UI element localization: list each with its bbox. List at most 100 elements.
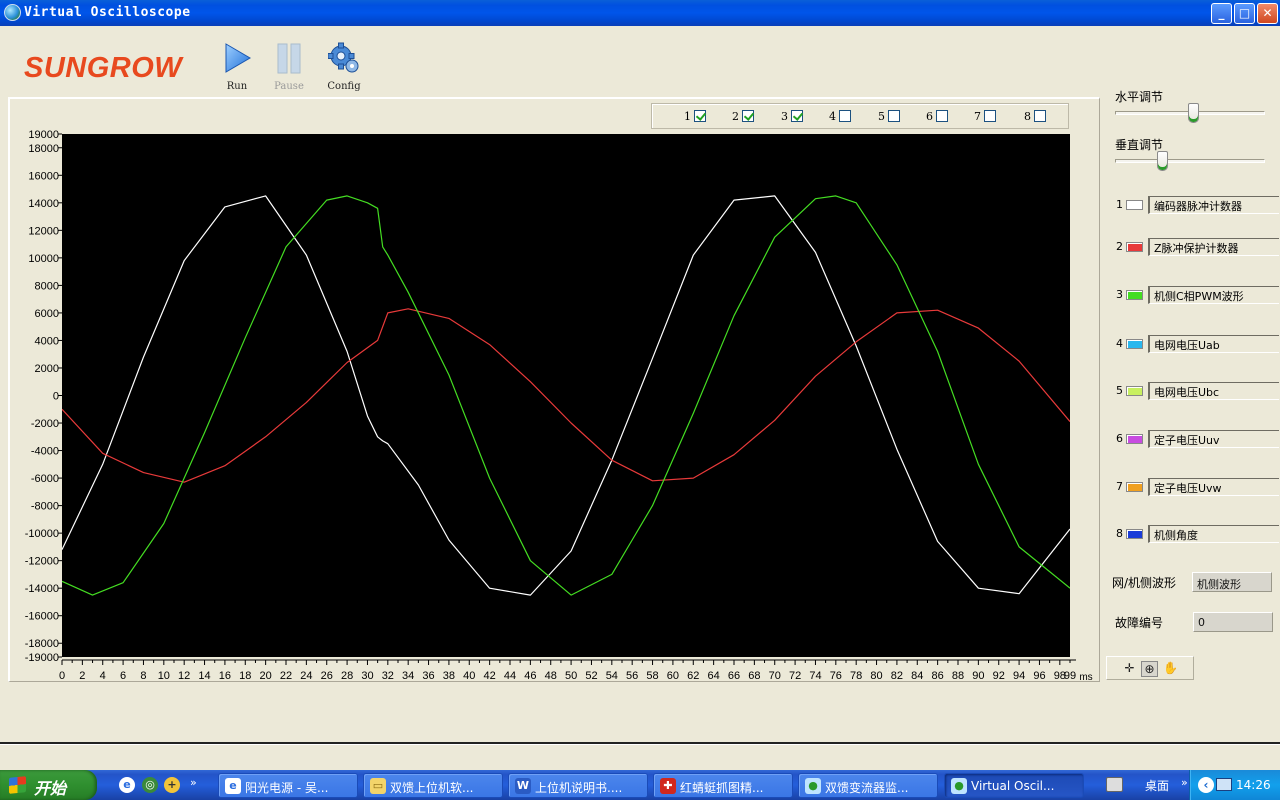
x-tick-label: 22 — [280, 670, 292, 682]
x-tick-label: 48 — [545, 670, 557, 682]
channel-row-7: 7 定子电压Uvw — [1116, 478, 1279, 496]
tray-arrow-icon[interactable]: ‹ — [1198, 777, 1214, 793]
x-tick-label: 16 — [219, 670, 231, 682]
vertical-slider[interactable] — [1115, 151, 1267, 171]
status-bar — [0, 744, 1280, 768]
y-tick-label: 6000 — [35, 308, 59, 320]
y-tick-label: -4000 — [31, 446, 59, 458]
x-tick-label: 88 — [952, 670, 964, 682]
quicklaunch-expand-icon[interactable]: » — [190, 776, 197, 789]
x-tick-label: 72 — [789, 670, 801, 682]
zoom-icon[interactable]: ⊕ — [1141, 661, 1158, 677]
cursor-icon[interactable]: ✛ — [1121, 661, 1138, 677]
taskbar-button[interactable]: W 上位机说明书.... — [508, 773, 648, 798]
x-tick-label: 90 — [972, 670, 984, 682]
channel-color-swatch[interactable] — [1126, 529, 1143, 539]
channel-name[interactable]: Z脉冲保护计数器 — [1148, 238, 1279, 256]
channel-color-swatch[interactable] — [1126, 290, 1143, 300]
channel-name[interactable]: 电网电压Uab — [1148, 335, 1279, 353]
channel-number: 1 — [1116, 198, 1123, 211]
taskbar-button-label: 双馈上位机软... — [390, 781, 474, 795]
pan-hand-icon[interactable]: ✋ — [1162, 661, 1179, 677]
x-tick-label: 80 — [870, 670, 882, 682]
channel-color-swatch[interactable] — [1126, 386, 1143, 396]
x-tick-label: 28 — [341, 670, 353, 682]
windows-flag-icon — [9, 776, 26, 794]
fault-number-label: 故障编号 — [1115, 616, 1164, 630]
channel-color-swatch[interactable] — [1126, 434, 1143, 444]
x-tick-label: 99 — [1064, 670, 1076, 682]
x-tick-label: 96 — [1033, 670, 1045, 682]
taskbar-button-label: Virtual Oscil... — [971, 779, 1055, 793]
y-tick-label: -19000 — [25, 652, 59, 664]
maximize-button[interactable]: □ — [1234, 3, 1255, 24]
channel-name[interactable]: 机侧角度 — [1148, 525, 1279, 543]
y-tick-label: 8000 — [35, 280, 59, 292]
taskbar-button[interactable]: ✚ 红蜻蜓抓图精... — [653, 773, 793, 798]
y-tick-label: -10000 — [25, 528, 59, 540]
minimize-button[interactable]: _ — [1211, 3, 1232, 24]
screenshot-app-icon: ✚ — [660, 778, 676, 794]
taskbar-button[interactable]: ● 双馈变流器监... — [798, 773, 938, 798]
channel-name[interactable]: 定子电压Uuv — [1148, 430, 1279, 448]
channel-name[interactable]: 机侧C相PWM波形 — [1148, 286, 1279, 304]
taskbar-button[interactable]: ● Virtual Oscil... — [944, 773, 1084, 798]
x-tick-label: 94 — [1013, 670, 1025, 682]
taskbar-button-label: 上位机说明书.... — [535, 781, 623, 795]
x-tick-label: 74 — [809, 670, 821, 682]
horizontal-slider-thumb[interactable] — [1188, 103, 1199, 123]
taskbar-button-label: 阳光电源 - 吴... — [245, 781, 329, 795]
y-tick-label: 10000 — [28, 253, 59, 265]
channel-name[interactable]: 电网电压Ubc — [1148, 382, 1279, 400]
x-tick-label: 40 — [463, 670, 475, 682]
x-tick-label: 58 — [646, 670, 658, 682]
taskbar-button-label: 红蜻蜓抓图精... — [680, 781, 764, 795]
channel-name[interactable]: 定子电压Uvw — [1148, 478, 1279, 496]
network-icon[interactable] — [1216, 778, 1232, 791]
horizontal-slider[interactable] — [1115, 103, 1267, 123]
x-tick-label: 54 — [606, 670, 618, 682]
taskbar-button[interactable]: e 阳光电源 - 吴... — [218, 773, 358, 798]
plot-area — [62, 134, 1070, 657]
y-tick-label: -6000 — [31, 473, 59, 485]
slider-track — [1115, 159, 1265, 163]
app-quicklaunch-icon[interactable]: + — [164, 777, 180, 793]
x-tick-label: 60 — [667, 670, 679, 682]
wave-select-label: 网/机侧波形 — [1112, 576, 1177, 590]
x-tick-label: 30 — [361, 670, 373, 682]
y-tick-label: 16000 — [28, 170, 59, 182]
folder-icon: ▭ — [370, 778, 386, 794]
x-tick-label: 12 — [178, 670, 190, 682]
channel-color-swatch[interactable] — [1126, 200, 1143, 210]
y-tick-label: 2000 — [35, 363, 59, 375]
x-tick-label: 82 — [891, 670, 903, 682]
taskbar-button[interactable]: ▭ 双馈上位机软... — [363, 773, 503, 798]
vertical-slider-thumb[interactable] — [1157, 151, 1168, 171]
y-tick-label: 4000 — [35, 335, 59, 347]
x-tick-label: 8 — [140, 670, 146, 682]
y-tick-label: -16000 — [25, 611, 59, 623]
desktop-icon[interactable]: ◎ — [142, 777, 158, 793]
channel-row-4: 4 电网电压Uab — [1116, 335, 1279, 353]
ie-icon[interactable]: e — [119, 777, 135, 793]
channel-row-2: 2 Z脉冲保护计数器 — [1116, 238, 1279, 256]
channel-color-swatch[interactable] — [1126, 339, 1143, 349]
wave-select-field[interactable]: 机侧波形 — [1192, 572, 1272, 592]
desktop-toolbar-label[interactable]: 桌面 — [1145, 777, 1169, 794]
channel-row-6: 6 定子电压Uuv — [1116, 430, 1279, 448]
x-tick-label: 50 — [565, 670, 577, 682]
x-tick-label: 4 — [100, 670, 106, 682]
start-button[interactable]: 开始 — [0, 770, 97, 800]
close-button[interactable]: ✕ — [1257, 3, 1278, 24]
channel-name[interactable]: 编码器脉冲计数器 — [1148, 196, 1279, 214]
clock: 14:26 — [1236, 778, 1271, 792]
channel-color-swatch[interactable] — [1126, 482, 1143, 492]
keyboard-icon[interactable] — [1106, 777, 1123, 792]
taskbar: 开始 e ◎ + » e 阳光电源 - 吴... ▭ 双馈上位机软... W 上位机说明书… — [0, 770, 1280, 800]
graph-tool-palette: ✛ ⊕ ✋ — [1106, 656, 1194, 680]
toolbar-expand-icon[interactable]: » — [1181, 776, 1188, 789]
channel-color-swatch[interactable] — [1126, 242, 1143, 252]
channel-number: 3 — [1116, 288, 1123, 301]
x-tick-label: 56 — [626, 670, 638, 682]
oscilloscope-chart[interactable]: 1900018000160001400012000100008000600040… — [0, 0, 1100, 690]
